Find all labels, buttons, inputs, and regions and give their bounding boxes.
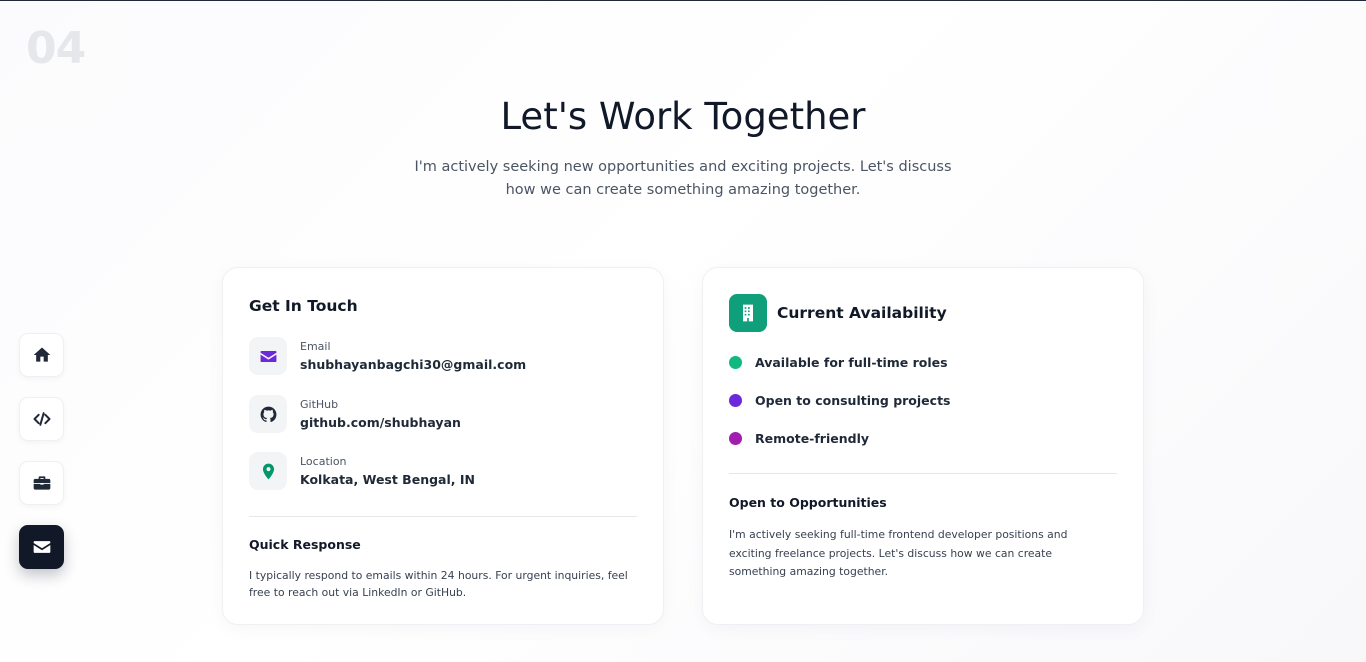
map-pin-icon: [262, 463, 274, 479]
availability-badge: [729, 294, 767, 332]
nav-code-button[interactable]: [19, 397, 64, 441]
contact-card-title: Get In Touch: [249, 297, 358, 315]
contact-email[interactable]: Email shubhayanbagchi30@gmail.com: [249, 337, 526, 375]
availability-header: Current Availability: [729, 294, 947, 332]
location-icon-box: [249, 452, 287, 490]
status-item: Available for full-time roles: [729, 355, 948, 370]
briefcase-icon: [33, 476, 50, 490]
contact-label: GitHub: [300, 398, 339, 411]
nav-contact-button[interactable]: [19, 525, 64, 569]
status-item: Remote-friendly: [729, 431, 869, 446]
contact-value[interactable]: github.com/shubhayan: [300, 415, 461, 430]
page-subtitle: I'm actively seeking new opportunities a…: [414, 159, 952, 198]
status-label: Remote-friendly: [755, 431, 870, 446]
status-dot: [729, 356, 742, 369]
availability-card: Current Availability Available for full-…: [702, 267, 1144, 625]
email-icon-box: [249, 337, 287, 375]
contact-label: Location: [300, 455, 347, 468]
side-dock: [19, 333, 64, 569]
quick-response-text: I typically respond to emails within 24 …: [249, 569, 628, 599]
contact-card: Get In Touch Email shubhayanbagchi30@gma…: [222, 267, 664, 625]
status-item: Open to consulting projects: [729, 393, 950, 408]
github-icon: [260, 406, 276, 422]
opportunities-title: Open to Opportunities: [729, 495, 887, 510]
contact-value: Kolkata, West Bengal, IN: [300, 472, 475, 487]
divider: [249, 516, 637, 517]
contact-label: Email: [300, 340, 331, 353]
github-icon-box: [249, 395, 287, 433]
home-icon: [33, 347, 50, 362]
status-dot: [729, 394, 742, 407]
contact-location: Location Kolkata, West Bengal, IN: [249, 452, 475, 490]
building-icon: [743, 304, 753, 322]
contact-github[interactable]: GitHub github.com/shubhayan: [249, 395, 461, 433]
status-label: Open to consulting projects: [755, 393, 951, 408]
quick-response-title: Quick Response: [249, 537, 361, 552]
opportunities-text: I'm actively seeking full-time frontend …: [729, 528, 1068, 578]
status-label: Available for full-time roles: [755, 355, 948, 370]
code-icon: [33, 412, 50, 426]
nav-home-button[interactable]: [19, 333, 64, 377]
contact-value[interactable]: shubhayanbagchi30@gmail.com: [300, 357, 526, 372]
envelope-icon: [33, 541, 50, 553]
section-number: 04: [26, 23, 86, 74]
page-title: Let's Work Together: [500, 95, 866, 138]
status-dot: [729, 432, 742, 445]
nav-briefcase-button[interactable]: [19, 461, 64, 505]
availability-title: Current Availability: [777, 304, 947, 322]
envelope-icon: [260, 350, 276, 362]
divider: [729, 473, 1117, 474]
